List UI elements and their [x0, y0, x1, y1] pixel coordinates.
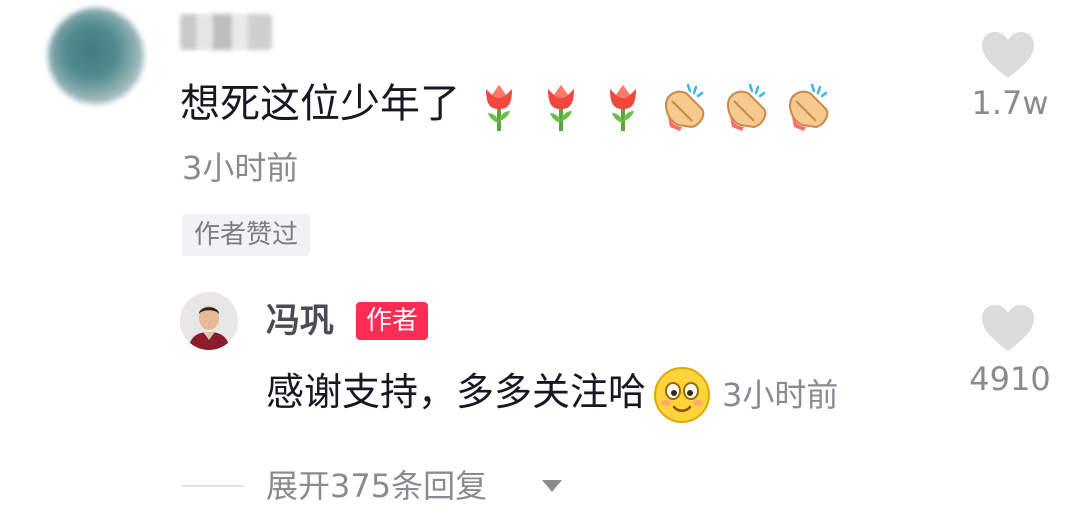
reply-text: 感谢支持，多多关注哈 3小时前 — [266, 364, 838, 425]
author-tag: 作者 — [356, 302, 429, 340]
clapping-hands-icon — [726, 83, 767, 131]
comment-text: 想死这位少年了 — [180, 76, 836, 133]
tulip-icon — [610, 85, 636, 131]
reply-username[interactable]: 冯巩 — [266, 296, 334, 346]
expand-replies-button[interactable]: 展开375条回复 — [266, 464, 487, 508]
expand-divider — [182, 485, 244, 487]
reply-avatar[interactable] — [180, 292, 238, 350]
tulip-icon — [548, 85, 574, 131]
author-liked-badge: 作者赞过 — [182, 214, 311, 256]
reply-like-count: 4910 — [969, 360, 1051, 398]
smiling-face-icon — [654, 366, 711, 423]
heart-icon[interactable] — [980, 30, 1036, 80]
heart-icon[interactable] — [980, 303, 1036, 353]
comment-like-count: 1.7w — [971, 84, 1049, 122]
person-avatar-icon — [180, 292, 238, 350]
tulip-icon — [486, 85, 512, 131]
reply-time: 3小时前 — [722, 375, 839, 414]
commenter-avatar[interactable] — [48, 8, 144, 104]
chevron-down-icon[interactable] — [540, 478, 564, 494]
clapping-hands-icon — [664, 83, 705, 131]
commenter-username-blurred[interactable] — [180, 14, 272, 50]
reply-body: 感谢支持，多多关注哈 — [266, 370, 647, 414]
clapping-hands-icon — [788, 83, 829, 131]
comment-body: 想死这位少年了 — [180, 81, 460, 127]
comment-time: 3小时前 — [182, 149, 299, 187]
